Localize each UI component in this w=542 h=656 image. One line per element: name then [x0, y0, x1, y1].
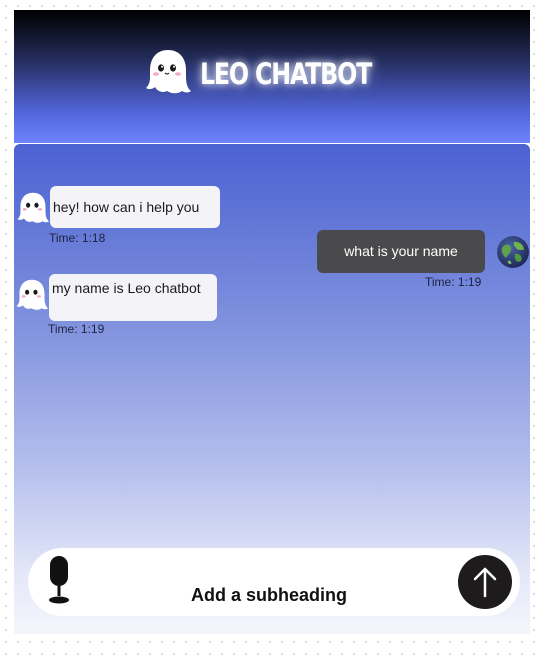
user-avatar-globe-icon [497, 236, 529, 268]
arrow-up-icon [473, 567, 497, 598]
input-subheading[interactable]: Add a subheading [28, 585, 520, 606]
header: LEO CHATBOT [14, 10, 530, 143]
bot-avatar-ghost-icon [16, 279, 48, 310]
ghost-icon [146, 50, 191, 94]
bot-avatar-ghost-icon [17, 192, 49, 223]
message-timestamp: Time: 1:19 [425, 275, 482, 289]
app-title: LEO CHATBOT [200, 57, 372, 91]
bot-message-bubble: my name is Leo chatbot [49, 274, 217, 321]
user-message-bubble: what is your name [317, 230, 485, 273]
bot-message-bubble: hey! how can i help you [50, 186, 220, 228]
page: LEO CHATBOT hey! how can i help you Time… [0, 0, 542, 656]
message-timestamp: Time: 1:18 [49, 231, 106, 245]
chatbot-window: LEO CHATBOT hey! how can i help you Time… [14, 10, 530, 634]
send-button[interactable] [458, 555, 512, 609]
chat-area[interactable]: hey! how can i help you Time: 1:18 what … [14, 144, 530, 634]
message-timestamp: Time: 1:19 [48, 322, 105, 336]
message-input-bar[interactable]: Add a subheading [28, 548, 520, 616]
